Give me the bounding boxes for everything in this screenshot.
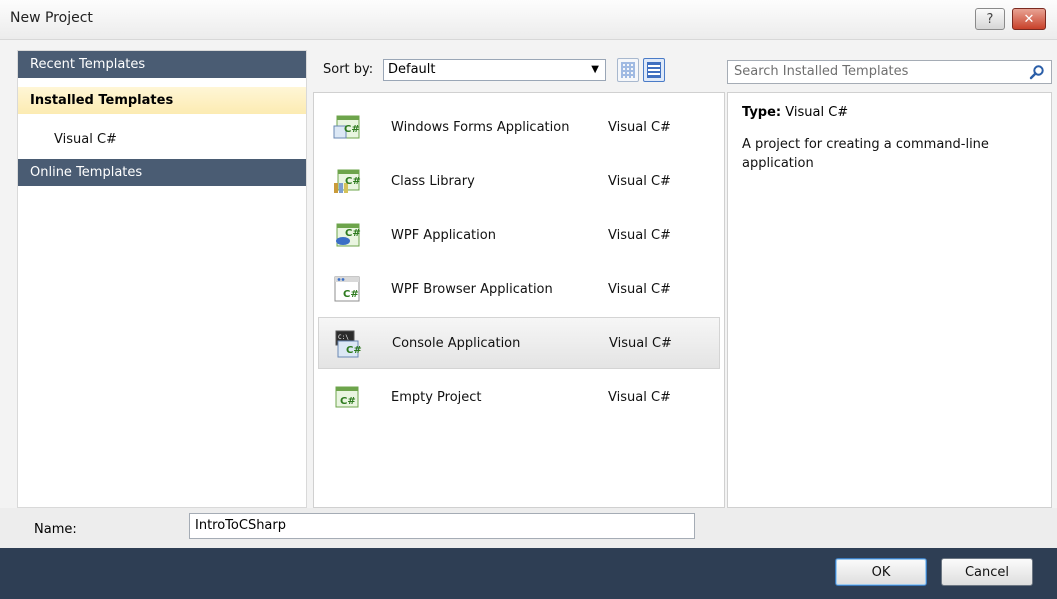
close-button[interactable]: ✕ [1012, 8, 1046, 30]
sort-by-value: Default [388, 62, 436, 77]
project-name-row: Name: IntroToCSharp [0, 508, 1057, 548]
template-description: A project for creating a command-line ap… [742, 137, 989, 171]
template-language: Visual C# [608, 281, 671, 297]
template-item[interactable]: C# WPF Browser Application Visual C# [318, 263, 720, 315]
template-name: WPF Browser Application [391, 281, 553, 297]
chevron-down-icon: ▼ [591, 64, 599, 75]
project-name-input[interactable]: IntroToCSharp [189, 513, 695, 539]
name-label: Name: [34, 522, 77, 537]
list-view-button[interactable] [643, 58, 665, 82]
svg-text:C:\: C:\ [338, 334, 349, 341]
nav-installed-label: Installed Templates [30, 93, 174, 108]
template-toolbar: Sort by: Default ▼ [313, 50, 725, 92]
template-name: WPF Application [391, 227, 496, 243]
template-language: Visual C# [608, 173, 671, 189]
new-project-dialog: New Project ? ✕ Recent Templates Install… [0, 0, 1057, 599]
nav-online-templates[interactable]: Online Templates [18, 159, 306, 186]
svg-text:C#: C# [343, 289, 359, 300]
console-application-icon: C:\ C# [335, 330, 362, 358]
sort-by-select[interactable]: Default ▼ [383, 59, 606, 81]
svg-text:C#: C# [344, 124, 360, 135]
wpf-browser-icon: C# [334, 276, 360, 302]
cancel-button[interactable]: Cancel [941, 558, 1033, 586]
template-item[interactable]: C# Class Library Visual C# [318, 155, 720, 207]
title-bar: New Project ? ✕ [0, 0, 1057, 40]
windows-forms-icon: C# [333, 115, 360, 139]
wpf-application-icon: C# [336, 223, 361, 247]
type-value: Visual C# [785, 105, 849, 120]
nav-recent-templates[interactable]: Recent Templates [18, 51, 306, 78]
help-button[interactable]: ? [975, 8, 1005, 30]
nav-recent-label: Recent Templates [30, 57, 146, 72]
grid-view-icon [621, 62, 635, 78]
template-name: Windows Forms Application [391, 119, 570, 135]
search-input[interactable]: Search Installed Templates [727, 60, 1052, 84]
template-item[interactable]: C# Windows Forms Application Visual C# [318, 101, 720, 153]
search-icon[interactable] [1029, 64, 1045, 80]
template-item-selected[interactable]: C:\ C# Console Application Visual C# [318, 317, 720, 369]
nav-visual-cs-label: Visual C# [54, 131, 117, 147]
dialog-footer: OK Cancel [0, 548, 1057, 599]
search-placeholder: Search Installed Templates [734, 64, 909, 79]
template-language: Visual C# [609, 335, 672, 351]
svg-text:C#: C# [345, 176, 361, 187]
template-item[interactable]: C# Empty Project Visual C# [318, 371, 720, 423]
empty-project-icon: C# [335, 386, 359, 408]
svg-text:C#: C# [340, 396, 356, 407]
type-label: Type: [742, 105, 782, 120]
close-icon: ✕ [1023, 11, 1035, 27]
svg-text:C#: C# [346, 345, 362, 356]
nav-installed-templates[interactable]: Installed Templates [18, 87, 306, 114]
ok-button[interactable]: OK [835, 558, 927, 586]
nav-visual-cs[interactable]: Visual C# [18, 121, 306, 157]
template-name: Console Application [392, 335, 521, 351]
class-library-icon: C# [334, 169, 361, 193]
template-name: Class Library [391, 173, 475, 189]
template-name: Empty Project [391, 389, 482, 405]
list-view-icon [647, 62, 661, 78]
template-language: Visual C# [608, 227, 671, 243]
template-type: Type: Visual C# [742, 105, 848, 120]
template-list: C# Windows Forms Application Visual C# C… [313, 92, 725, 508]
template-language: Visual C# [608, 119, 671, 135]
template-item[interactable]: C# WPF Application Visual C# [318, 209, 720, 261]
sort-by-label: Sort by: [323, 62, 374, 77]
window-title: New Project [10, 10, 93, 26]
nav-online-label: Online Templates [30, 165, 143, 180]
help-icon: ? [986, 11, 994, 27]
template-categories: Recent Templates Installed Templates Vis… [17, 50, 307, 508]
svg-text:C#: C# [345, 228, 361, 239]
template-details: Type: Visual C# A project for creating a… [727, 92, 1052, 508]
small-icons-view-button[interactable] [617, 58, 639, 82]
template-language: Visual C# [608, 389, 671, 405]
